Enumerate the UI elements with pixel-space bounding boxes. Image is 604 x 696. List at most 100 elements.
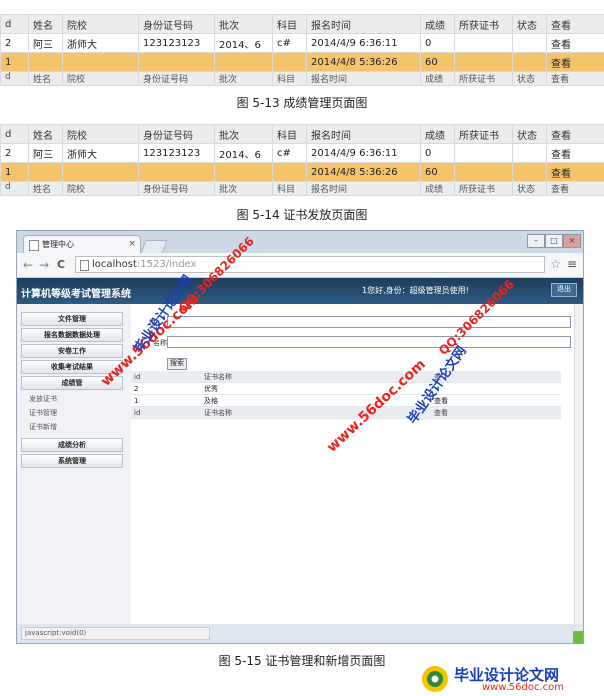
sidebar-item-file-management[interactable]: 文件管理 [21,312,123,326]
cell [512,162,547,182]
view-link[interactable]: 查看 [546,52,604,72]
reload-icon[interactable]: C [57,258,65,272]
table-grade-management: d 姓名 院校 身份证号码 批次 科目 报名时间 成绩 所获证书 状态 查看 2… [0,14,604,86]
cell: c# [272,143,307,163]
col-id-number: 身份证号码 [138,124,215,144]
site-logo: 毕业设计论文网 www.56doc.com [420,664,600,694]
col-score: 成绩 [420,124,455,144]
cell: 2014、6 [214,143,273,163]
col-status: 状态 [512,124,547,144]
sidebar-item-grade-analysis[interactable]: 成绩分析 [21,438,123,452]
page-icon [29,240,39,251]
window-close-icon[interactable]: × [563,234,581,248]
col-school: 院校 [62,124,139,144]
cell: 身份证号码 [138,181,215,196]
sidebar-item-exam-work[interactable]: 安卷工作 [21,344,123,358]
col-id: d [0,14,29,34]
certificate-table: id 证书名称 查 2 优秀 1 及格 查看 id 证书名称 查看 [131,371,561,419]
cell: 批次 [214,71,273,86]
cell: 123123123 [138,143,215,163]
main-content: id 名称 搜索 id 证书名称 查 2 优秀 1 及格 查看 id 证书名称 … [131,304,583,624]
logo-url: www.56doc.com [482,682,565,693]
view-link[interactable]: 查看 [431,394,561,407]
cell: 成绩 [420,181,455,196]
bookmark-star-icon[interactable]: ☆ [550,257,561,271]
cell: 2 [0,143,29,163]
sidebar-subitem-issue-certificate[interactable]: 发放证书 [29,394,57,404]
col-register-time: 报名时间 [306,124,421,144]
cell: 0 [420,143,455,163]
name-input[interactable] [167,336,571,348]
col-id: d [0,124,29,144]
cell: 状态 [512,71,547,86]
col-certificate: 所获证书 [454,124,513,144]
col-status: 状态 [512,14,547,34]
maximize-icon[interactable]: □ [545,234,563,248]
cell: 证书名称 [201,406,431,419]
cell: 科目 [272,181,307,196]
sidebar-item-registration-data[interactable]: 报名数据数据处理 [21,328,123,342]
table-header-row: d 姓名 院校 身份证号码 批次 科目 报名时间 成绩 所获证书 状态 查看 [0,124,604,144]
cell: 姓名 [28,181,63,196]
back-arrow-icon[interactable]: ← [23,258,33,272]
cell: 2014/4/9 6:36:11 [306,143,421,163]
logo-emblem-icon [422,666,448,692]
user-greeting: 1您好,身份：超级管理员使用! [362,286,469,295]
status-bar: javascript:void(0) [17,624,583,643]
cell: 浙师大 [62,143,139,163]
new-tab-button[interactable] [140,240,168,254]
col-score: 成绩 [420,14,455,34]
cell: 状态 [512,181,547,196]
cell: 院校 [62,181,139,196]
cell: 院校 [62,71,139,86]
cell [138,162,215,182]
cell: 2014、6 [214,33,273,53]
search-button[interactable]: 搜索 [167,358,187,370]
col-id-number: 身份证号码 [138,14,215,34]
sidebar-subitem-certificate-management[interactable]: 证书管理 [29,408,57,418]
resize-corner [573,631,583,643]
view-link[interactable] [431,382,561,395]
col-name: 姓名 [28,14,63,34]
tab-close-icon[interactable]: × [128,236,136,253]
browser-tab[interactable]: 管理中心 × [23,235,141,253]
logout-button[interactable]: 退出 [551,283,577,297]
cell: 1 [0,162,29,182]
table-row-highlighted: 1 2014/4/8 5:36:26 60 查看 [0,52,604,72]
cell: 科目 [272,71,307,86]
col-register-time: 报名时间 [306,14,421,34]
vertical-scrollbar[interactable] [574,304,583,624]
url-path: :1523/index [136,259,197,270]
view-link[interactable]: 查看 [546,33,604,53]
address-bar[interactable]: localhost:1523/index [75,256,545,273]
col-batch: 批次 [214,14,273,34]
menu-icon[interactable]: ≡ [567,257,577,271]
cell [214,52,273,72]
forward-arrow-icon[interactable]: → [39,258,49,272]
cell: 0 [420,33,455,53]
cell: 60 [420,52,455,72]
table-footer-row: id 证书名称 查看 [131,406,561,419]
sidebar-item-system-management[interactable]: 系统管理 [21,454,123,468]
minimize-icon[interactable]: – [527,234,545,248]
table-certificate-issue: d 姓名 院校 身份证号码 批次 科目 报名时间 成绩 所获证书 状态 查看 2… [0,124,604,196]
id-input[interactable] [167,316,571,328]
cell: 2 [131,382,201,395]
cell [454,33,513,53]
col-id: id [131,371,201,383]
cell: c# [272,33,307,53]
sidebar-subitem-add-certificate[interactable]: 证书新增 [29,422,57,432]
col-batch: 批次 [214,124,273,144]
table-row: 2 阿三 浙师大 123123123 2014、6 c# 2014/4/9 6:… [0,33,604,53]
view-link[interactable]: 查看 [546,143,604,163]
status-url: javascript:void(0) [21,627,210,640]
col-name: 姓名 [28,124,63,144]
cell: d [0,181,29,196]
cell: 报名时间 [306,181,421,196]
cell: 123123123 [138,33,215,53]
table-row: 2 阿三 浙师大 123123123 2014、6 c# 2014/4/9 6:… [0,143,604,163]
cell: 阿三 [28,143,63,163]
view-link[interactable]: 查看 [546,162,604,182]
col-subject: 科目 [272,124,307,144]
cell: 报名时间 [306,71,421,86]
